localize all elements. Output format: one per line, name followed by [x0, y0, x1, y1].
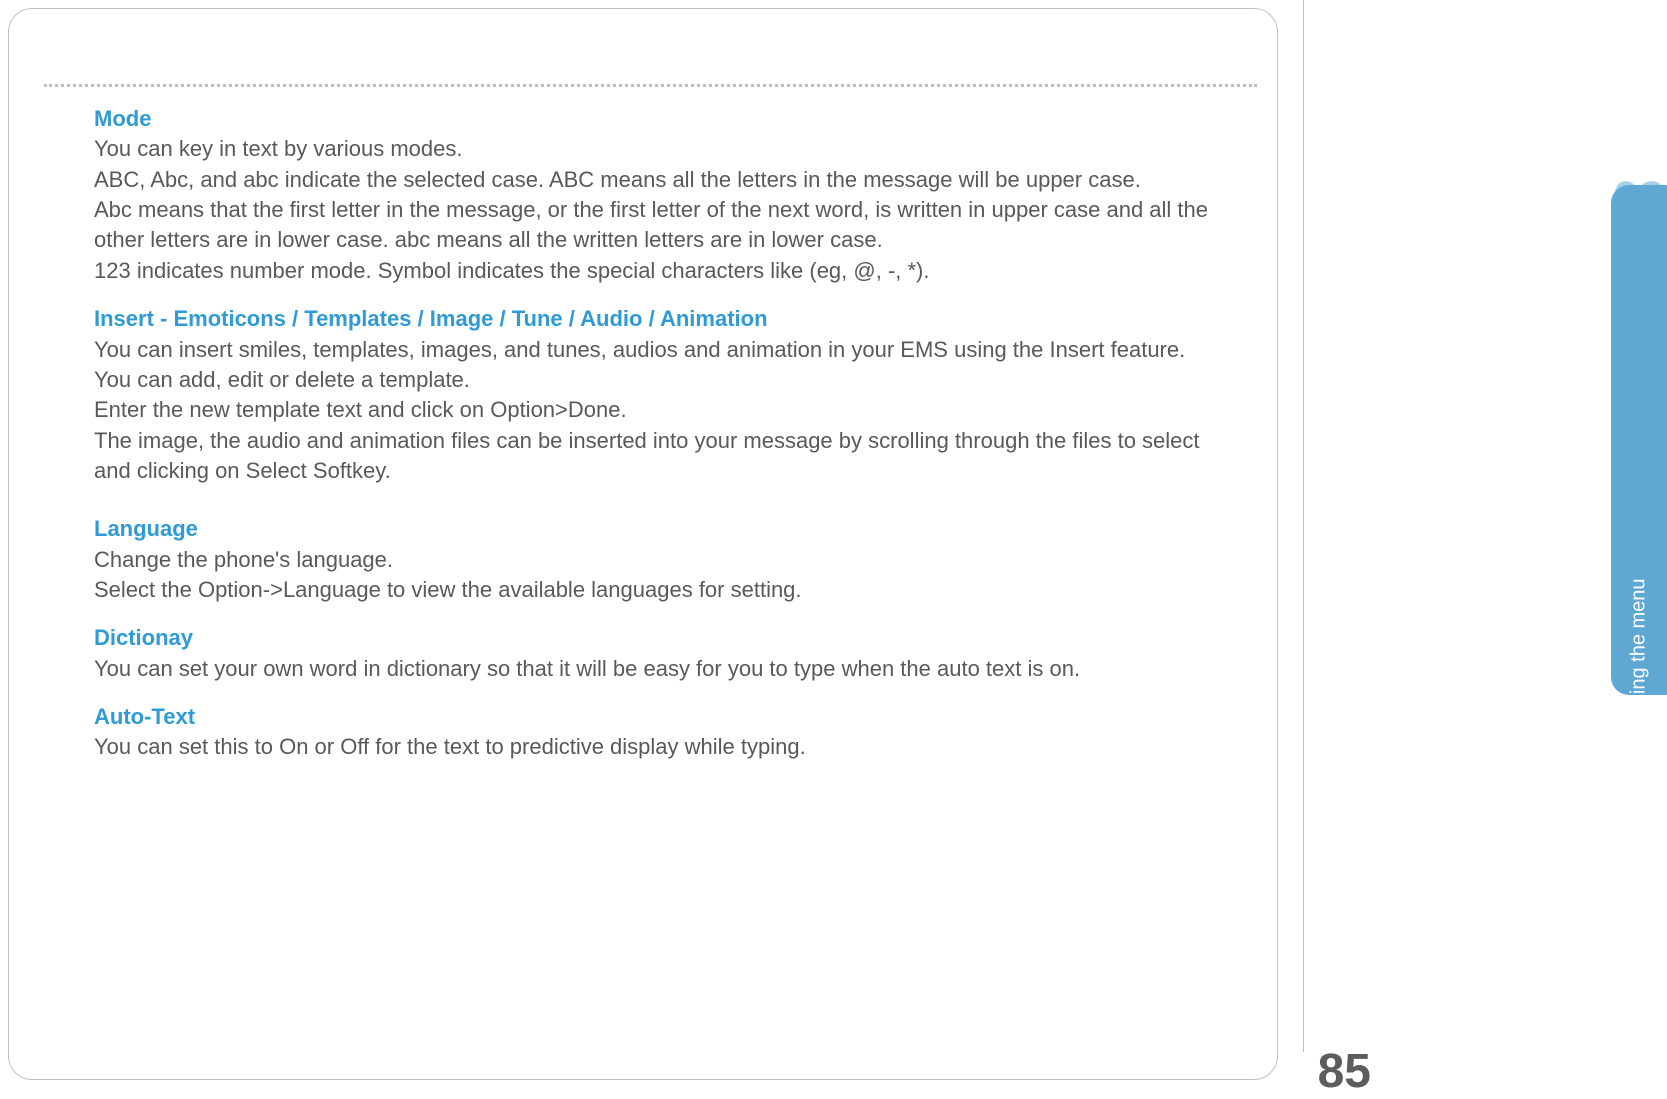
section-mode: Mode You can key in text by various mode…: [94, 104, 1237, 286]
section-body: You can key in text by various modes.ABC…: [94, 134, 1237, 286]
section-heading: Language: [94, 514, 1237, 544]
dotted-divider: [44, 84, 1257, 87]
side-divider-line: [1303, 0, 1304, 1052]
section-heading: Dictionay: [94, 623, 1237, 653]
page-frame: Mode You can key in text by various mode…: [8, 8, 1278, 1080]
page-number: 85: [1318, 1044, 1371, 1099]
section-dictionary: Dictionay You can set your own word in d…: [94, 623, 1237, 684]
section-heading: Auto-Text: [94, 702, 1237, 732]
tab-label: Using the menu: [1628, 578, 1651, 718]
section-body: You can insert smiles, templates, images…: [94, 335, 1237, 487]
section-heading: Mode: [94, 104, 1237, 134]
section-insert: Insert - Emoticons / Templates / Image /…: [94, 304, 1237, 486]
section-language: Language Change the phone's language.Sel…: [94, 514, 1237, 605]
section-heading: Insert - Emoticons / Templates / Image /…: [94, 304, 1237, 334]
side-tab: Using the menu: [1611, 185, 1667, 695]
section-autotext: Auto-Text You can set this to On or Off …: [94, 702, 1237, 763]
section-body: You can set your own word in dictionary …: [94, 654, 1237, 684]
section-body: You can set this to On or Off for the te…: [94, 732, 1237, 762]
section-body: Change the phone's language.Select the O…: [94, 545, 1237, 606]
content-area: Mode You can key in text by various mode…: [94, 104, 1237, 781]
